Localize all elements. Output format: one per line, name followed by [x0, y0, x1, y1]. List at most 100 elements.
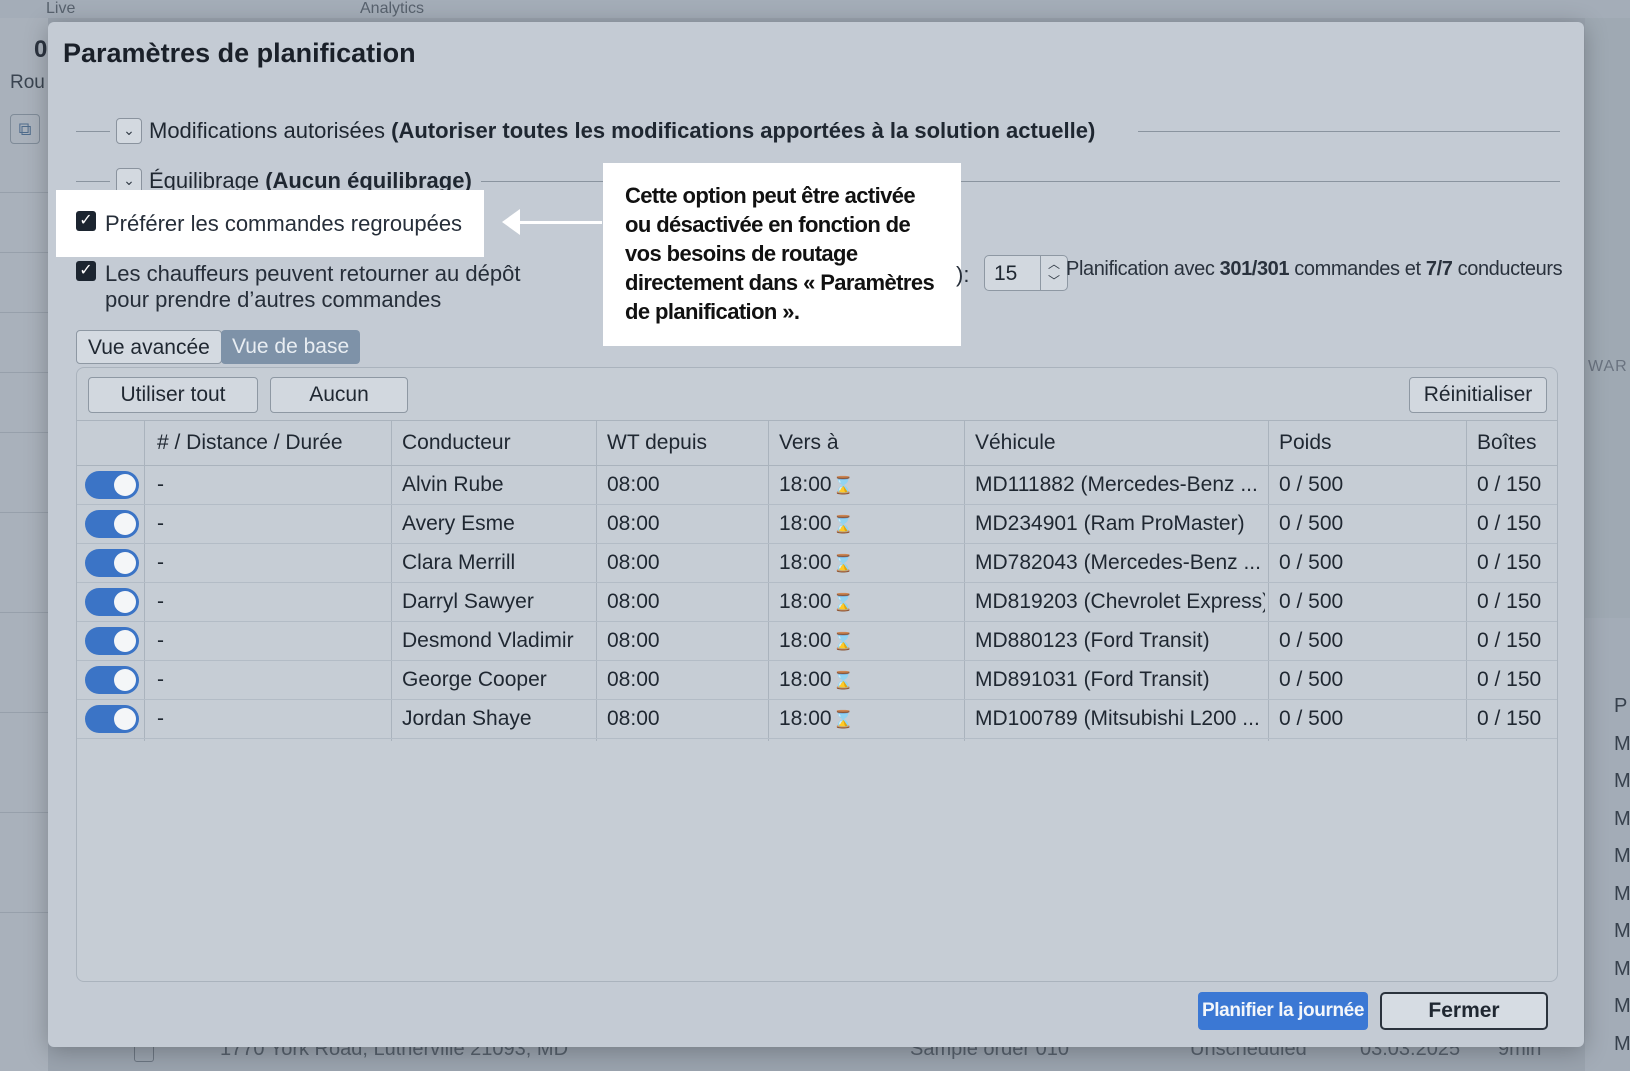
- cell-from-text: 08:00: [607, 590, 660, 613]
- toggle-knob: [114, 552, 136, 574]
- cell-boxes-text: 0 / 150: [1477, 473, 1542, 496]
- cell-boxes: 0 / 150: [1477, 621, 1555, 660]
- cell-distance: -: [157, 660, 387, 699]
- stepper-arrows[interactable]: ︿ ﹀: [1040, 256, 1067, 290]
- driver-enabled-toggle[interactable]: [85, 510, 139, 538]
- background-route-count: 0: [34, 36, 48, 63]
- background-route-label: Rou: [10, 72, 45, 93]
- background-tab-live[interactable]: Live: [46, 0, 75, 18]
- cell-from: 08:00: [607, 582, 762, 621]
- cell-from: 08:00: [607, 660, 762, 699]
- cell-vehicle-text: MD880123 (Ford Transit): [975, 629, 1210, 652]
- driver-enabled-toggle[interactable]: [85, 627, 139, 655]
- copy-icon[interactable]: ⧉: [10, 114, 40, 144]
- background-divider: [0, 252, 48, 253]
- cell-vehicle: MD891031 (Ford Transit): [975, 660, 1265, 699]
- cell-to: 18:00⌛: [779, 621, 959, 660]
- driver-enabled-toggle[interactable]: [85, 588, 139, 616]
- cell-vehicle: MD819203 (Chevrolet Express): [975, 582, 1265, 621]
- background-tab-analytics[interactable]: Analytics: [360, 0, 424, 18]
- chevron-down-icon[interactable]: ⌄: [116, 118, 142, 144]
- table-row[interactable]: - Alvin Rube 08:00 18:00⌛ MD111882 (Mercedes…: [77, 465, 1557, 505]
- cell-weight-text: 0 / 500: [1279, 668, 1344, 691]
- background-divider: [0, 712, 48, 713]
- cell-distance: -: [157, 582, 387, 621]
- cell-weight: 0 / 500: [1279, 582, 1459, 621]
- cell-driver-text: Darryl Sawyer: [402, 590, 534, 613]
- background-column-letter: M: [1614, 808, 1630, 830]
- close-button[interactable]: Fermer: [1380, 992, 1548, 1030]
- driver-enabled-toggle[interactable]: [85, 705, 139, 733]
- cell-weight-text: 0 / 500: [1279, 512, 1344, 535]
- return-to-depot-label-line1[interactable]: Les chauffeurs peuvent retourner au dépô…: [105, 261, 520, 287]
- none-button[interactable]: Aucun: [270, 377, 408, 413]
- cell-weight: 0 / 500: [1279, 699, 1459, 738]
- chevron-down-icon[interactable]: ﹀: [1041, 273, 1067, 290]
- driver-enabled-toggle[interactable]: [85, 666, 139, 694]
- cell-from: 08:00: [607, 543, 762, 582]
- table-row[interactable]: - George Cooper 08:00 18:00⌛ MD891031 (Ford …: [77, 660, 1557, 700]
- column-header-to[interactable]: Vers à: [779, 421, 839, 465]
- background-divider: [0, 432, 48, 433]
- table-row[interactable]: - Avery Esme 08:00 18:00⌛ MD234901 (Ram ProM…: [77, 504, 1557, 544]
- prefer-grouped-label[interactable]: Préférer les commandes regroupées: [105, 211, 462, 237]
- toggle-knob: [114, 513, 136, 535]
- cell-from-text: 08:00: [607, 668, 660, 691]
- column-header-vehicle[interactable]: Véhicule: [975, 421, 1056, 465]
- background-divider: [0, 512, 48, 513]
- hourglass-icon: ⌛: [832, 515, 854, 534]
- cell-from: 08:00: [607, 699, 762, 738]
- driver-enabled-toggle[interactable]: [85, 471, 139, 499]
- planning-orders-count: 301/301: [1219, 258, 1290, 280]
- hourglass-icon: ⌛: [832, 554, 854, 573]
- cell-vehicle-text: MD891031 (Ford Transit): [975, 668, 1210, 691]
- cell-to: 18:00⌛: [779, 504, 959, 543]
- reset-button[interactable]: Réinitialiser: [1409, 377, 1547, 413]
- plan-day-button[interactable]: Planifier la journée: [1198, 992, 1368, 1030]
- table-row[interactable]: - Desmond Vladimir 08:00 18:00⌛ MD880123 (Fo…: [77, 621, 1557, 661]
- prefer-grouped-checkbox[interactable]: ✓: [76, 211, 96, 231]
- table-row[interactable]: - Clara Merrill 08:00 18:00⌛ MD782043 (Merce…: [77, 543, 1557, 583]
- use-all-button[interactable]: Utiliser tout: [88, 377, 258, 413]
- drivers-table-header: # / Distance / Durée Conducteur WT depui…: [77, 420, 1557, 466]
- cell-distance-text: -: [157, 668, 164, 691]
- driver-enabled-toggle[interactable]: [85, 549, 139, 577]
- cell-distance-text: -: [157, 590, 164, 613]
- cell-to-text: 18:00: [779, 473, 832, 496]
- cell-boxes-text: 0 / 150: [1477, 629, 1542, 652]
- hourglass-icon: ⌛: [832, 476, 854, 495]
- quantity-stepper[interactable]: 15 ︿ ﹀: [984, 255, 1068, 291]
- cell-boxes-text: 0 / 150: [1477, 551, 1542, 574]
- cell-weight-text: 0 / 500: [1279, 473, 1344, 496]
- view-advanced-button[interactable]: Vue avancée: [76, 330, 222, 364]
- cell-driver-text: Clara Merrill: [402, 551, 516, 574]
- table-row[interactable]: - Darryl Sawyer 08:00 18:00⌛ MD819203 (Chevr…: [77, 582, 1557, 622]
- background-divider: [0, 612, 48, 613]
- cell-driver-text: George Cooper: [402, 668, 547, 691]
- column-header-boxes[interactable]: Boîtes: [1477, 421, 1537, 465]
- cell-distance: -: [157, 465, 387, 504]
- return-to-depot-checkbox[interactable]: ✓: [76, 261, 96, 281]
- cell-weight: 0 / 500: [1279, 543, 1459, 582]
- hourglass-icon: ⌛: [832, 671, 854, 690]
- table-row[interactable]: - Jordan Shaye 08:00 18:00⌛ MD100789 (Mitsub…: [77, 699, 1557, 739]
- section-modifications-label[interactable]: Modifications autorisées (Autoriser tout…: [149, 118, 1095, 144]
- column-header-driver[interactable]: Conducteur: [402, 421, 511, 465]
- cell-boxes-text: 0 / 150: [1477, 707, 1542, 730]
- background-map[interactable]: [1585, 18, 1630, 618]
- column-header-distance[interactable]: # / Distance / Durée: [157, 421, 343, 465]
- cell-to: 18:00⌛: [779, 660, 959, 699]
- cell-distance-text: -: [157, 512, 164, 535]
- cell-weight: 0 / 500: [1279, 504, 1459, 543]
- cell-weight: 0 / 500: [1279, 660, 1459, 699]
- cell-vehicle: MD111882 (Mercedes-Benz ...: [975, 465, 1265, 504]
- column-header-from[interactable]: WT depuis: [607, 421, 707, 465]
- return-to-depot-label-line2[interactable]: pour prendre d’autres commandes: [105, 287, 441, 313]
- cell-to: 18:00⌛: [779, 582, 959, 621]
- chevron-up-icon[interactable]: ︿: [1041, 256, 1067, 273]
- cell-vehicle-text: MD100789 (Mitsubishi L200 ...: [975, 707, 1260, 730]
- view-basic-button[interactable]: Vue de base: [221, 330, 361, 364]
- cell-boxes: 0 / 150: [1477, 660, 1555, 699]
- callout-tooltip: Cette option peut être activée ou désact…: [603, 163, 961, 346]
- column-header-weight[interactable]: Poids: [1279, 421, 1332, 465]
